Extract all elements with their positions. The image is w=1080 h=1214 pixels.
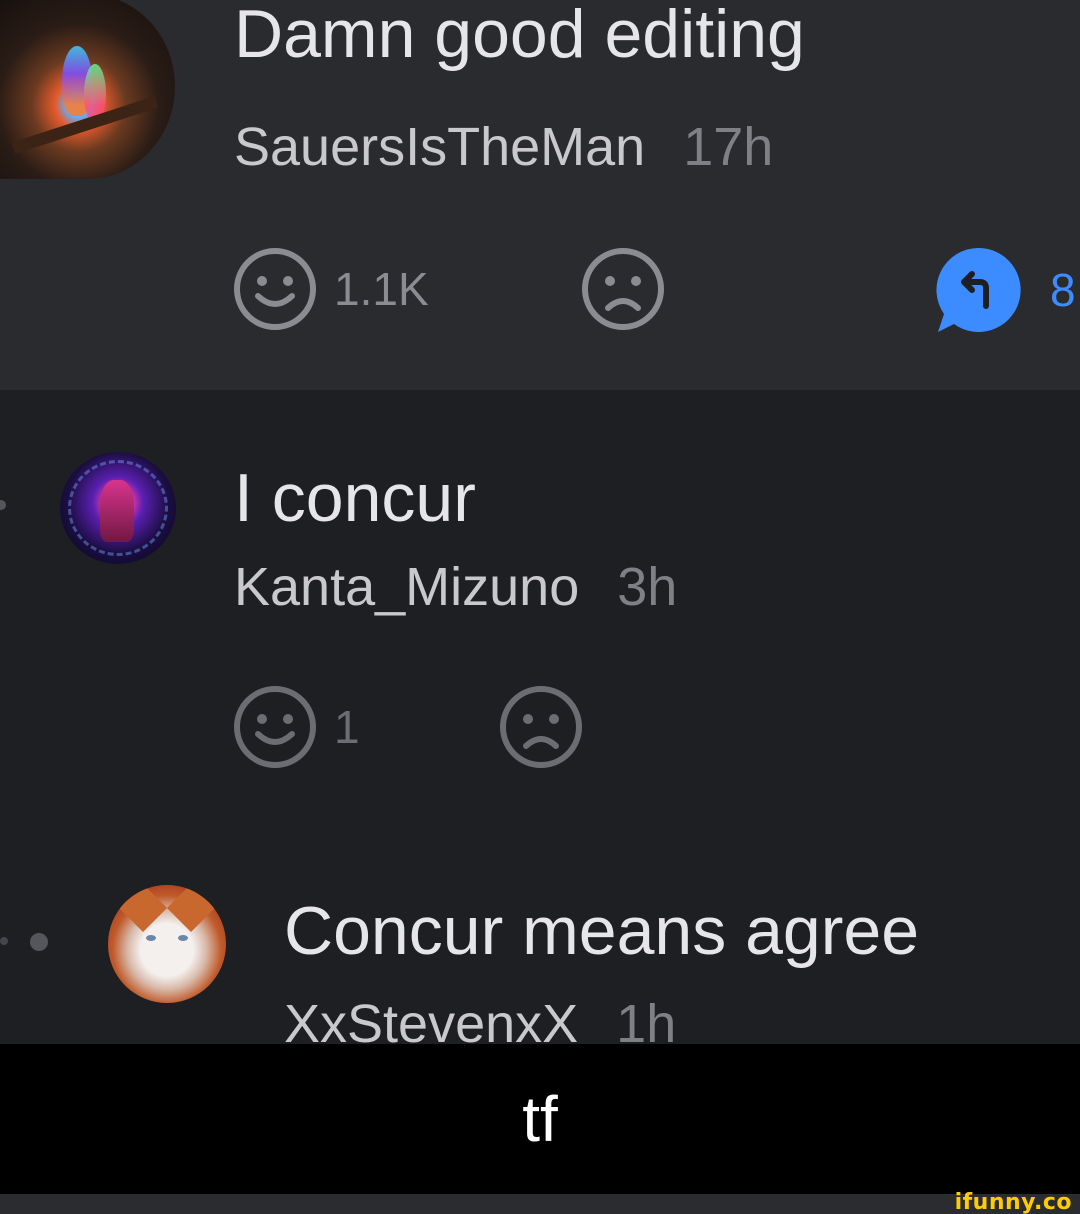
frown-icon: [500, 686, 582, 768]
frown-button[interactable]: [498, 684, 584, 770]
watermark: ifunny.co: [954, 1190, 1072, 1214]
comment-meta: XxStevenxX 1h: [284, 997, 676, 1051]
comment-meta: SauersIsTheMan 17h: [234, 120, 773, 174]
comment-time: 3h: [617, 557, 678, 617]
smile-icon: [234, 686, 316, 768]
comment-item: Damn good editing SauersIsTheMan 17h 1.1K: [0, 0, 1080, 390]
comment-username[interactable]: Kanta_Mizuno: [234, 557, 579, 617]
smile-icon: [234, 248, 316, 330]
avatar-ear: [118, 885, 168, 933]
frown-button[interactable]: [580, 246, 666, 332]
reply-count: 8: [1050, 264, 1076, 316]
avatar[interactable]: [0, 0, 175, 179]
comment-item: Concur means agree XxStevenxX 1h: [0, 845, 1080, 1051]
comment-username[interactable]: SauersIsTheMan: [234, 117, 645, 177]
avatar[interactable]: [60, 452, 176, 564]
like-count: 1.1K: [334, 263, 429, 315]
avatar[interactable]: [108, 885, 226, 1003]
comment-time: 17h: [683, 117, 774, 177]
comment-text: I concur: [234, 460, 476, 536]
thread-indicator: [0, 937, 8, 945]
reply-button[interactable]: 8: [932, 244, 1076, 336]
footer-strip: [0, 1194, 1080, 1214]
avatar-eye: [178, 935, 188, 941]
comment-text: Damn good editing: [234, 0, 805, 72]
avatar-ear: [166, 885, 216, 933]
smile-button[interactable]: 1: [232, 684, 360, 770]
reply-bubble-icon: [936, 247, 1021, 332]
comment-item: I concur Kanta_Mizuno 3h 1: [0, 390, 1080, 845]
avatar-eye: [146, 935, 156, 941]
caption-text: tf: [522, 1083, 558, 1155]
comment-meta: Kanta_Mizuno 3h: [234, 560, 677, 614]
frown-icon: [582, 248, 664, 330]
thread-indicator: [30, 933, 48, 951]
like-count: 1: [334, 701, 360, 753]
comments-screen: Damn good editing SauersIsTheMan 17h 1.1K: [0, 0, 1080, 1214]
smile-button[interactable]: 1.1K: [232, 246, 429, 332]
thread-indicator: [0, 500, 6, 510]
comment-text: Concur means agree: [284, 893, 920, 969]
avatar-figure: [100, 480, 134, 542]
